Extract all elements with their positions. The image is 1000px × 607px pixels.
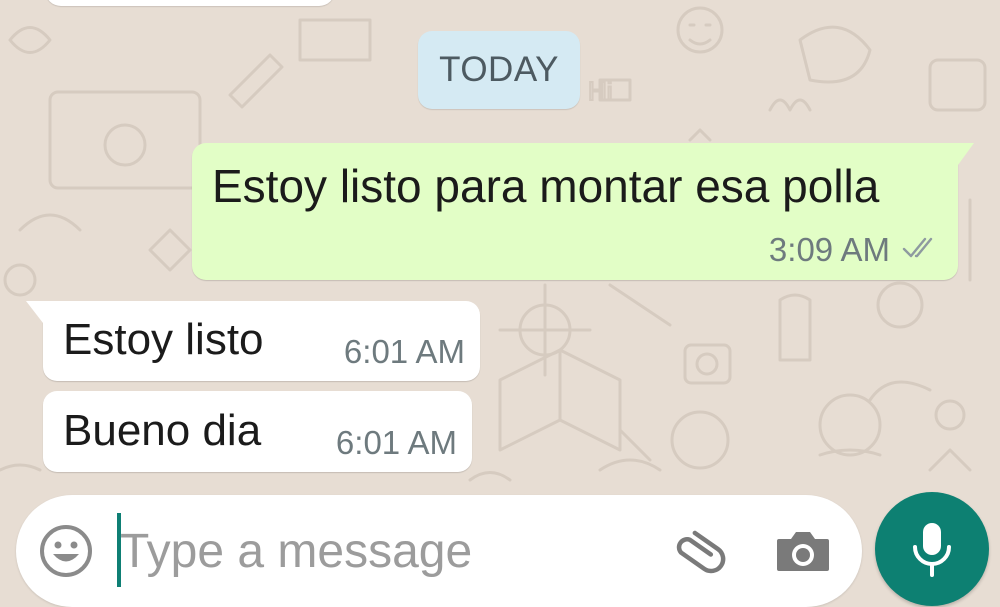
read-double-check-icon: [902, 237, 933, 258]
message-timestamp: 3:09 AM: [768, 231, 890, 268]
incoming-message-bubble[interactable]: Bueno dia 6:01 AM: [43, 391, 472, 472]
message-timestamp: 6:01 AM: [343, 333, 465, 370]
incoming-message-bubble[interactable]: Estoy listo 6:01 AM: [26, 301, 480, 381]
message-timestamp: 6:01 AM: [335, 424, 457, 461]
message-input[interactable]: [120, 511, 620, 591]
date-separator: TODAY: [418, 31, 580, 109]
mic-icon: [913, 523, 951, 577]
camera-icon[interactable]: [773, 525, 833, 577]
message-text: Estoy listo para montar esa polla: [212, 160, 880, 212]
emoji-icon[interactable]: [38, 523, 94, 579]
message-text: Estoy listo: [63, 315, 264, 364]
previous-message-bubble[interactable]: [45, 0, 335, 6]
message-composer: [16, 495, 862, 607]
attach-icon[interactable]: [666, 521, 726, 581]
svg-text:Hi: Hi: [588, 76, 613, 106]
message-text: Bueno dia: [63, 406, 262, 455]
voice-record-button[interactable]: [875, 492, 989, 606]
outgoing-message-bubble[interactable]: Estoy listo para montar esa polla 3:09 A…: [192, 143, 974, 280]
